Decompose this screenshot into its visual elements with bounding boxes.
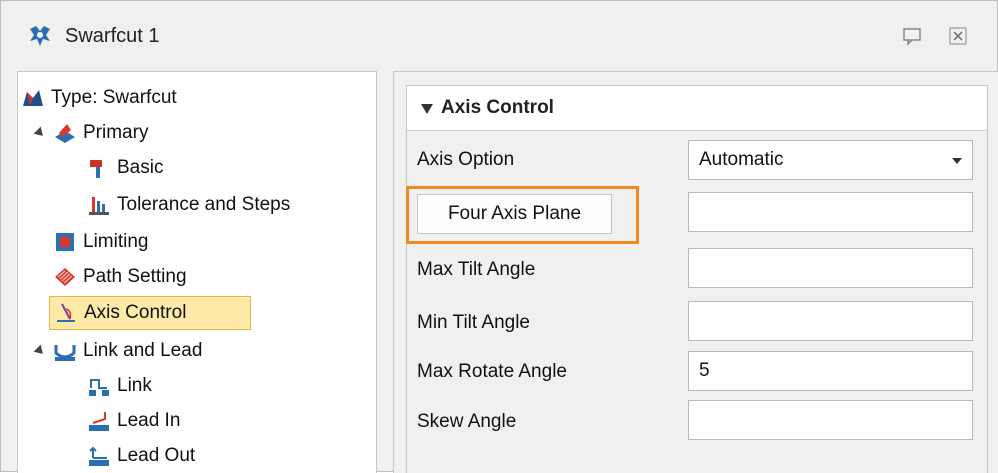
window-title: Swarfcut 1 — [65, 25, 160, 47]
swarfcut-type-icon — [23, 90, 43, 106]
tree-item-label: Link and Lead — [83, 340, 203, 361]
max-rotate-angle-field[interactable]: 5 — [688, 351, 973, 391]
path-setting-icon — [55, 268, 75, 286]
tree-item-label: Lead In — [117, 410, 181, 431]
tree-item-label: Tolerance and Steps — [117, 194, 291, 215]
link-lead-icon — [54, 345, 76, 361]
swarfcut-app-icon — [30, 26, 50, 46]
limiting-icon — [56, 233, 74, 251]
tree-item-lead-in[interactable]: Lead In — [87, 404, 180, 438]
group-title: Axis Control — [441, 97, 554, 118]
title-bar: Swarfcut 1 — [1, 1, 997, 71]
link-icon — [89, 379, 109, 396]
tolerance-icon — [89, 197, 109, 215]
tree-item-label: Path Setting — [83, 266, 187, 287]
tree-item-limiting[interactable]: Limiting — [53, 225, 148, 259]
lead-in-icon — [89, 412, 109, 431]
tree-item-link[interactable]: Link — [87, 369, 152, 403]
chevron-down-icon — [952, 158, 962, 164]
axis-option-label: Axis Option — [417, 149, 515, 170]
basic-icon — [90, 160, 102, 178]
axis-option-value: Automatic — [699, 149, 784, 170]
tree-item-label: Axis Control — [84, 302, 187, 323]
tree-item-label: Lead Out — [117, 445, 196, 466]
lead-out-icon — [89, 446, 109, 466]
tree-item-type[interactable]: Type: Swarfcut — [21, 81, 177, 115]
tree-item-label: Type: Swarfcut — [51, 87, 177, 108]
primary-icon — [55, 124, 75, 143]
tree-item-lead-out[interactable]: Lead Out — [87, 439, 195, 473]
axis-control-icon — [57, 303, 75, 322]
min-tilt-angle-field[interactable] — [688, 301, 973, 341]
tree-item-path-setting[interactable]: Path Setting — [53, 260, 187, 294]
min-tilt-angle-label: Min Tilt Angle — [417, 312, 530, 333]
max-tilt-angle-label: Max Tilt Angle — [417, 259, 536, 280]
tree-item-label: Primary — [83, 122, 149, 143]
tree-item-link-and-lead[interactable]: Link and Lead — [53, 334, 202, 368]
skew-angle-field[interactable] — [688, 400, 973, 440]
tree-item-label: Basic — [117, 157, 164, 178]
tree-item-basic[interactable]: Basic — [87, 151, 163, 185]
comment-icon[interactable] — [901, 25, 923, 47]
close-icon[interactable] — [947, 25, 969, 47]
axis-option-dropdown[interactable]: Automatic — [688, 140, 973, 180]
tree-item-primary[interactable]: Primary — [53, 116, 148, 150]
group-header[interactable]: Axis Control — [407, 86, 987, 131]
max-rotate-angle-label: Max Rotate Angle — [417, 361, 567, 382]
tree-item-axis-control[interactable]: Axis Control — [49, 296, 251, 330]
tree-item-tolerance-steps[interactable]: Tolerance and Steps — [87, 188, 290, 222]
four-axis-plane-button[interactable]: Four Axis Plane — [417, 194, 612, 234]
dialog-window: Swarfcut 1 Type: Swarfcut Primary Basic … — [0, 0, 998, 473]
skew-angle-label: Skew Angle — [417, 411, 517, 432]
tree-item-label: Limiting — [83, 231, 149, 252]
four-axis-plane-field[interactable] — [688, 192, 973, 232]
tree-item-label: Link — [117, 375, 152, 396]
max-tilt-angle-field[interactable] — [688, 248, 973, 288]
collapse-group-icon[interactable] — [421, 104, 433, 114]
